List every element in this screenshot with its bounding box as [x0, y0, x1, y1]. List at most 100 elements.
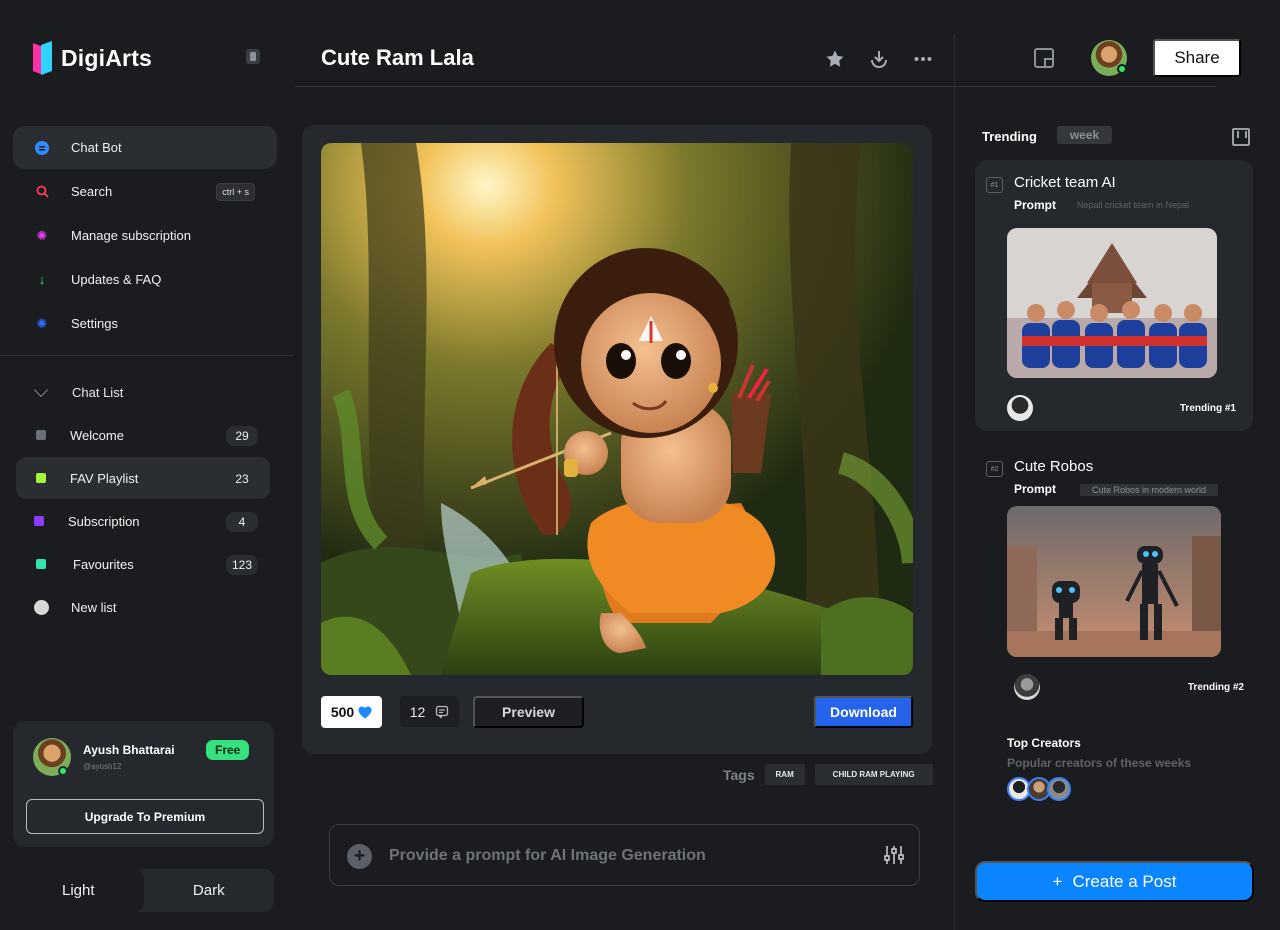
like-button[interactable]: 500: [321, 696, 382, 728]
chat-list-item-new-list[interactable]: New list: [16, 586, 270, 628]
chat-list-item-fav-playlist[interactable]: FAV Playlist 23: [16, 457, 270, 499]
chat-list-item-label: New list: [71, 599, 117, 615]
chat-list-item-welcome[interactable]: Welcome 29: [16, 414, 270, 456]
logo-icon: [33, 40, 53, 76]
page-title: Cute Ram Lala: [321, 45, 474, 70]
plan-badge: Free: [206, 740, 250, 760]
rank-badge: #1: [986, 177, 1003, 193]
trending-heading: Trending: [982, 129, 1037, 144]
top-creators-avatars: [1007, 777, 1071, 801]
menu-item-label: Search: [71, 184, 113, 199]
prompt-label: Prompt: [1014, 482, 1056, 496]
creator-avatar[interactable]: [1014, 674, 1040, 700]
creator-avatar[interactable]: [1007, 395, 1033, 421]
theme-dark-option[interactable]: Dark: [144, 869, 275, 912]
trending-rank-label: Trending #1: [1179, 403, 1236, 414]
generated-image[interactable]: [321, 143, 913, 675]
title-actions: [824, 48, 934, 70]
chat-list-item-count: 23: [235, 472, 249, 486]
tags-row: Tags RAM CHILD RAM PLAYING: [723, 764, 933, 785]
prompt-text: Nepali cricket team in Nepal: [1077, 200, 1190, 210]
prompt-bar: +: [329, 824, 920, 886]
prompt-text: Cute Robos in modern world: [1080, 484, 1219, 496]
star-icon[interactable]: [824, 48, 846, 70]
tags-label: Tags: [723, 766, 755, 783]
trending-card[interactable]: #1 Cricket team AI Prompt Nepali cricket…: [975, 160, 1253, 431]
search-shortcut: ctrl + s: [216, 183, 255, 201]
chat-list-item-subscription[interactable]: Subscription 4: [16, 500, 270, 542]
menu-item-settings[interactable]: ✺ Settings: [13, 302, 277, 345]
prompt-input[interactable]: [389, 845, 849, 867]
top-creators-title: Top Creators: [1007, 736, 1081, 750]
menu-item-label: Updates & FAQ: [71, 272, 162, 287]
menu-item-label: Chat Bot: [71, 140, 122, 155]
sidebar-divider: [0, 355, 293, 356]
top-creators-subtitle: Popular creators of these weeks: [1007, 756, 1192, 770]
online-status-dot: [58, 766, 68, 776]
create-post-label: Create a Post: [1072, 871, 1177, 891]
menu-item-manage-subscription[interactable]: ✺ Manage subscription: [13, 214, 277, 257]
bookmark-icon[interactable]: [1232, 128, 1250, 146]
arrow-down-icon: ↓: [38, 272, 46, 287]
trending-card[interactable]: #2 Cute Robos Prompt Cute Robos in moder…: [975, 444, 1253, 710]
profile-handle: @ayush12: [83, 762, 122, 771]
list-color-swatch: [36, 559, 46, 569]
menu-item-label: Settings: [71, 316, 118, 331]
trending-image[interactable]: [1007, 506, 1221, 657]
like-count: 500: [330, 704, 355, 720]
profile-card: Ayush Bhattarai @ayush12 Free Upgrade To…: [13, 721, 274, 847]
chat-list-item-count: 29: [226, 426, 258, 446]
new-list-icon: [34, 599, 49, 615]
main-menu: Chat Bot Search ctrl + s ✺ Manage subscr…: [13, 126, 277, 346]
menu-item-updates-faq[interactable]: ↓ Updates & FAQ: [13, 258, 277, 301]
menu-item-search[interactable]: Search ctrl + s: [13, 170, 277, 213]
theme-light-option[interactable]: Light: [13, 869, 144, 912]
preview-button[interactable]: Preview: [473, 696, 584, 728]
comments-button[interactable]: 12: [400, 696, 459, 727]
avatar[interactable]: [1047, 777, 1071, 801]
download-icon[interactable]: [868, 48, 890, 70]
chat-list: Chat List Welcome 29 FAV Playlist 23 Sub…: [16, 370, 270, 629]
list-color-swatch: [36, 430, 46, 440]
period-selector[interactable]: week: [1057, 126, 1112, 144]
more-options-icon[interactable]: [912, 48, 934, 70]
sidebar: DigiArts Chat Bot Search ctrl + s ✺ Mana…: [0, 0, 293, 930]
trending-title: Cute Robos: [1014, 458, 1094, 475]
gear-icon: ✺: [36, 227, 48, 243]
rank-badge: #2: [986, 461, 1003, 477]
chat-list-item-favourites[interactable]: Favourites 123: [16, 543, 270, 585]
tag-chip[interactable]: CHILD RAM PLAYING: [814, 764, 933, 785]
menu-item-chat-bot[interactable]: Chat Bot: [13, 126, 277, 169]
list-color-swatch: [36, 473, 46, 483]
header-divider: [295, 86, 1216, 87]
chat-list-item-count: 123: [226, 555, 258, 575]
add-attachment-icon[interactable]: +: [347, 844, 372, 869]
panel-divider: [954, 34, 955, 930]
chat-list-item-label: Subscription: [68, 513, 140, 529]
tag-chip[interactable]: RAM: [764, 764, 805, 785]
search-icon: [35, 185, 49, 199]
prompt-label: Prompt: [1014, 198, 1056, 212]
layout-toggle-icon[interactable]: [1034, 48, 1054, 68]
trending-image[interactable]: [1007, 228, 1217, 378]
trending-title: Cricket team AI: [1014, 174, 1116, 191]
share-button[interactable]: Share: [1153, 39, 1241, 77]
chat-list-toggle[interactable]: Chat List: [16, 370, 270, 414]
heart-icon: [358, 706, 372, 718]
app-logo[interactable]: DigiArts: [33, 40, 152, 76]
sidebar-collapse-button[interactable]: [246, 49, 260, 64]
sliders-icon[interactable]: [883, 844, 905, 866]
upgrade-premium-button[interactable]: Upgrade To Premium: [26, 799, 264, 834]
chat-list-title: Chat List: [72, 384, 124, 400]
image-card: 500 12 Preview Download: [302, 125, 932, 754]
trending-rank-label: Trending #2: [1187, 682, 1244, 693]
create-post-button[interactable]: + Create a Post: [975, 861, 1254, 902]
chat-list-item-label: Welcome: [70, 427, 124, 443]
chat-bot-icon: [35, 140, 49, 155]
theme-toggle: Light Dark: [13, 869, 274, 912]
download-button[interactable]: Download: [814, 696, 913, 728]
profile-name: Ayush Bhattarai: [83, 743, 175, 757]
image-actions: 500 12 Preview Download: [321, 696, 913, 728]
menu-item-label: Manage subscription: [71, 228, 191, 243]
plus-icon: +: [1052, 871, 1063, 891]
